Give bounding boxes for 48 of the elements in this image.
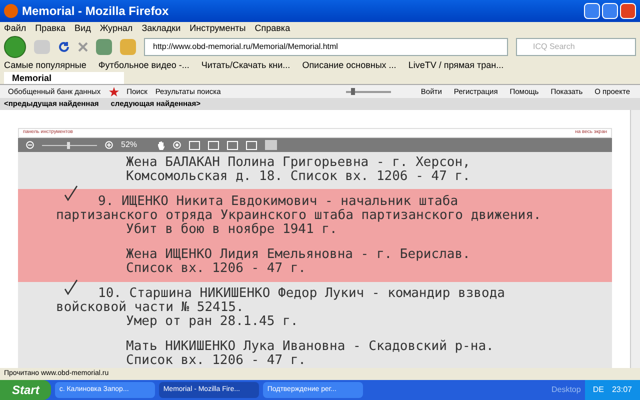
document-line: партизанского отряда Украинского штаба партизанского движения. [56,209,542,223]
desktop-label: Desktop [551,384,581,396]
document-line: Умер от ран 28.1.45 г. [126,315,298,329]
menu-item[interactable]: Правка [35,22,66,36]
document-line: 10. Старшина НИКИШЕНКО Федор Лукич - командир взвода [98,287,505,301]
fit-page-icon[interactable] [208,140,220,150]
fit-width-icon[interactable] [227,140,238,150]
bookmark-item[interactable]: Читать/Скачать кни... [201,58,290,72]
address-field[interactable]: http://www.obd-memorial.ru/Memorial/Memorial.html [144,38,508,56]
bookmark-item[interactable]: Футбольное видео -... [98,58,190,72]
stop-icon[interactable] [78,42,88,52]
zoom-thumb[interactable] [66,142,70,148]
slider-thumb[interactable] [351,88,356,94]
menu-item[interactable]: Справка [254,22,290,36]
close-button[interactable] [620,3,636,19]
document-line: войсковой части № 52415. [56,301,244,315]
back-button[interactable] [4,36,26,58]
zoom-in-icon[interactable] [105,141,113,149]
document-line: Список вх. 1206 - 47 г. [126,262,306,276]
reload-icon[interactable] [58,41,70,53]
document-line: Жена ИЩЕНКО Лидия Емельяновна - г. Берислав. [126,248,470,262]
menu-item[interactable]: Инструменты [190,22,246,36]
document-line: Комсомольская д. 18. Список вх. 1206 - 47 г. [126,170,470,184]
bookmark-item[interactable]: LiveTV / прямая тран... [408,58,504,72]
start-button[interactable]: Start [0,380,52,400]
document-line: Жена БАЛАКАН Полина Григорьевна - г. Херсон, [126,156,470,170]
fit-height-icon[interactable] [246,140,258,150]
menu-item[interactable]: Файл [4,22,26,36]
hand-icon[interactable] [157,140,166,150]
document-line: Мать НИКИШЕНКО Лука Ивановна - Скадовский р-на. [126,340,494,354]
bookmark-item[interactable]: Самые популярные [4,58,86,72]
menu-item[interactable]: Закладки [142,22,181,36]
window-title: Memorial - Mozilla Firefox [22,3,170,20]
star-icon [108,86,119,96]
document-line: 9. ИЩЕНКО Никита Евдокимович - начальник штаба [98,195,458,209]
single-page-icon[interactable] [189,140,200,150]
minimize-button[interactable] [584,3,600,19]
menu-item[interactable]: Журнал [100,22,133,36]
document-line: Убит в бою в ноябре 1941 г. [126,223,338,237]
menu-item[interactable]: Вид [74,22,91,36]
zoom-out-icon[interactable] [26,141,34,149]
maximize-button[interactable] [602,3,618,19]
bookmark-item[interactable]: Описание основных ... [302,58,396,72]
zoom-value: 52% [121,139,138,151]
clock: 23:07 [612,384,632,396]
document-line: Список вх. 1206 - 47 г. [126,354,306,368]
magnifier-icon[interactable] [173,141,182,149]
browser-tab[interactable]: Memorial [4,72,124,84]
